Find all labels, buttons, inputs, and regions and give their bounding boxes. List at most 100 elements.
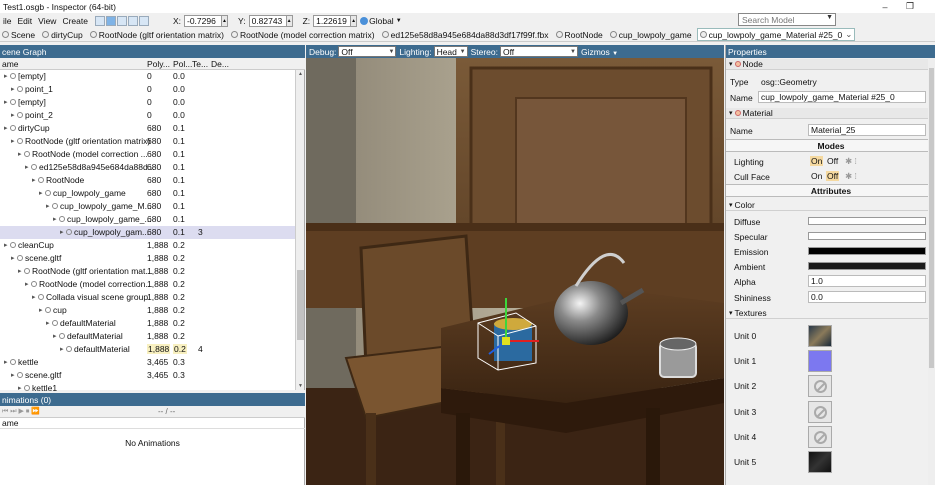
anim-col-name[interactable]: ame xyxy=(2,418,19,428)
col-te[interactable]: Te... xyxy=(192,59,208,69)
tree-row[interactable]: ▸ ed125e58d8a945e684da88d... 680 0.1 xyxy=(0,161,295,174)
tree-row[interactable]: ▸ RootNode 680 0.1 xyxy=(0,174,295,187)
col-name[interactable]: ame xyxy=(2,59,19,69)
scroll-thumb[interactable] xyxy=(297,270,304,340)
node-icon xyxy=(31,281,37,287)
rotate-tool-icon[interactable] xyxy=(116,15,127,26)
node-name: defaultMaterial xyxy=(74,344,130,354)
normal-map-thumbnail[interactable] xyxy=(808,350,832,372)
breadcrumb-rootnode-model[interactable]: RootNode (model correction matrix) xyxy=(229,30,377,40)
space-selector[interactable]: Global ▼ xyxy=(360,16,402,26)
tree-row[interactable]: ▸ cup_lowpoly_game 680 0.1 xyxy=(0,187,295,200)
gizmos-menu[interactable]: Gizmos ▼ xyxy=(581,47,618,57)
breadcrumb-rootnode-gltf[interactable]: RootNode (gltf orientation matrix) xyxy=(88,30,226,40)
tree-node: ▸ RootNode xyxy=(32,175,84,185)
cullface-off-toggle[interactable]: Off xyxy=(826,171,840,181)
breadcrumb-rootnode[interactable]: RootNode xyxy=(554,30,605,40)
tree-row[interactable]: ▸ scene.gltf 3,465 0.3 xyxy=(0,369,295,382)
z-spinner-icon[interactable]: ▲ xyxy=(351,14,358,27)
x-input[interactable]: -0.7296 xyxy=(184,14,222,27)
node-name-input[interactable]: cup_lowpoly_game_Material #25_0 xyxy=(758,91,926,103)
alpha-input[interactable]: 1.0 xyxy=(808,275,926,287)
menu-create[interactable]: Create xyxy=(59,16,91,26)
diffuse-color-swatch[interactable] xyxy=(808,217,926,225)
empty-texture-slot[interactable] xyxy=(808,401,832,423)
breadcrumb-fbx[interactable]: ed125e58d8a945e684da88d3df17f99f.fbx xyxy=(380,30,551,40)
scale-tool-icon[interactable] xyxy=(127,15,138,26)
3d-viewport[interactable] xyxy=(306,58,724,485)
tree-row[interactable]: ▸ RootNode (gltf orientation matrix) 680 0.… xyxy=(0,135,295,148)
scroll-thumb[interactable] xyxy=(929,68,934,368)
x-spinner-icon[interactable]: ▲ xyxy=(222,14,228,27)
tree-row[interactable]: ▸ defaultMaterial 1,888 0.2 xyxy=(0,317,295,330)
lighting-on-toggle[interactable]: On xyxy=(810,156,824,166)
select-tool-icon[interactable] xyxy=(94,15,105,26)
material-name-input[interactable]: Material_25 xyxy=(808,124,926,136)
search-dropdown-icon[interactable]: ▼ xyxy=(826,14,833,21)
tree-row[interactable]: ▸ defaultMaterial 1,888 0.2 4 xyxy=(0,343,295,356)
scroll-up-icon[interactable]: ▲ xyxy=(296,71,305,77)
tree-row[interactable]: ▸ point_2 0 0.0 xyxy=(0,109,295,122)
playback-icons[interactable]: ⏮ ⏭ ▶ ⏹ ⏩ xyxy=(2,407,40,416)
stereo-select[interactable]: Off ▼ xyxy=(499,46,578,57)
emission-color-swatch[interactable] xyxy=(808,247,926,255)
menu-view[interactable]: View xyxy=(35,16,59,26)
menu-file[interactable]: ile xyxy=(0,16,15,26)
maximize-button[interactable]: ❐ xyxy=(895,0,925,13)
override-icon[interactable]: ✱ ⁞ xyxy=(844,171,858,182)
col-poly[interactable]: Poly... xyxy=(147,59,170,69)
y-input[interactable]: 0.82743 xyxy=(248,14,287,27)
tree-row[interactable]: ▸ point_1 0 0.0 xyxy=(0,83,295,96)
z-input[interactable]: 1.22619 xyxy=(313,14,352,27)
cullface-on-toggle[interactable]: On xyxy=(810,171,823,181)
scene-graph-scrollbar[interactable]: ▲ ▼ xyxy=(295,70,304,390)
menu-edit[interactable]: Edit xyxy=(15,16,36,26)
texture-thumbnail[interactable] xyxy=(808,325,832,347)
tree-row[interactable]: ▸ [empty] 0 0.0 xyxy=(0,70,295,83)
snap-tool-icon[interactable] xyxy=(138,15,149,26)
override-icon[interactable]: ✱ ⁞ xyxy=(844,156,858,167)
properties-scrollbar[interactable] xyxy=(928,58,935,485)
col-de[interactable]: De... xyxy=(211,59,229,69)
breadcrumb-dirtycup[interactable]: dirtyCup xyxy=(40,30,85,40)
close-icon[interactable]: ⌄ xyxy=(845,29,852,40)
scroll-down-icon[interactable]: ▼ xyxy=(296,383,305,389)
specular-color-swatch[interactable] xyxy=(808,232,926,240)
lighting-select[interactable]: Head ▼ xyxy=(433,46,468,57)
move-tool-icon[interactable] xyxy=(105,15,116,26)
ambient-color-swatch[interactable] xyxy=(808,262,926,270)
texture-thumbnail[interactable] xyxy=(808,451,832,473)
lighting-off-toggle[interactable]: Off xyxy=(826,156,839,166)
textures-section[interactable]: ▾ Textures xyxy=(726,308,935,319)
gizmo-center[interactable] xyxy=(502,337,510,345)
tree-row[interactable]: ▸ cup_lowpoly_game_M... 680 0.1 xyxy=(0,200,295,213)
tree-row[interactable]: ▸ cup_lowpoly_game_... 680 0.1 xyxy=(0,213,295,226)
empty-texture-slot[interactable] xyxy=(808,375,832,397)
y-spinner-icon[interactable]: ▲ xyxy=(286,14,293,27)
tree-row[interactable]: ▸ scene.gltf 1,888 0.2 xyxy=(0,252,295,265)
tree-row[interactable]: ▸ cup_lowpoly_gam... 680 0.1 3 xyxy=(0,226,295,239)
tree-row[interactable]: ▸ Collada visual scene group 1,888 0.2 xyxy=(0,291,295,304)
tree-row[interactable]: ▸ kettle 3,465 0.3 xyxy=(0,356,295,369)
breadcrumb-cup-lowpoly[interactable]: cup_lowpoly_game xyxy=(608,30,694,40)
shininess-input[interactable]: 0.0 xyxy=(808,291,926,303)
node-section[interactable]: ▾ Node xyxy=(726,59,935,70)
tree-row[interactable]: ▸ cup 1,888 0.2 xyxy=(0,304,295,317)
tree-row[interactable]: ▸ [empty] 0 0.0 xyxy=(0,96,295,109)
tree-row[interactable]: ▸ cleanCup 1,888 0.2 xyxy=(0,239,295,252)
material-section[interactable]: ▾ Material xyxy=(726,108,935,119)
tree-row[interactable]: ▸ dirtyCup 680 0.1 xyxy=(0,122,295,135)
search-input[interactable]: Search Model ▼ xyxy=(738,13,836,26)
breadcrumb-scene[interactable]: Scene xyxy=(0,30,37,40)
col-pol[interactable]: Pol... xyxy=(173,59,192,69)
tree-row[interactable]: ▸ RootNode (gltf orientation mat... 1,888 0… xyxy=(0,265,295,278)
tree-row[interactable]: ▸ defaultMaterial 1,888 0.2 xyxy=(0,330,295,343)
color-section[interactable]: ▾ Color xyxy=(726,200,935,211)
debug-select[interactable]: Off ▼ xyxy=(338,46,397,57)
tree-node: ▸ scene.gltf xyxy=(11,370,61,380)
tree-node: ▸ cup_lowpoly_game_M... xyxy=(46,201,152,211)
tree-row[interactable]: ▸ RootNode (model correction... 1,888 0.2 xyxy=(0,278,295,291)
empty-texture-slot[interactable] xyxy=(808,426,832,448)
tree-row[interactable]: ▸ RootNode (model correction ... 680 0.1 xyxy=(0,148,295,161)
breadcrumb-material[interactable]: cup_lowpoly_game_Material #25_0 ⌄ xyxy=(696,28,856,41)
